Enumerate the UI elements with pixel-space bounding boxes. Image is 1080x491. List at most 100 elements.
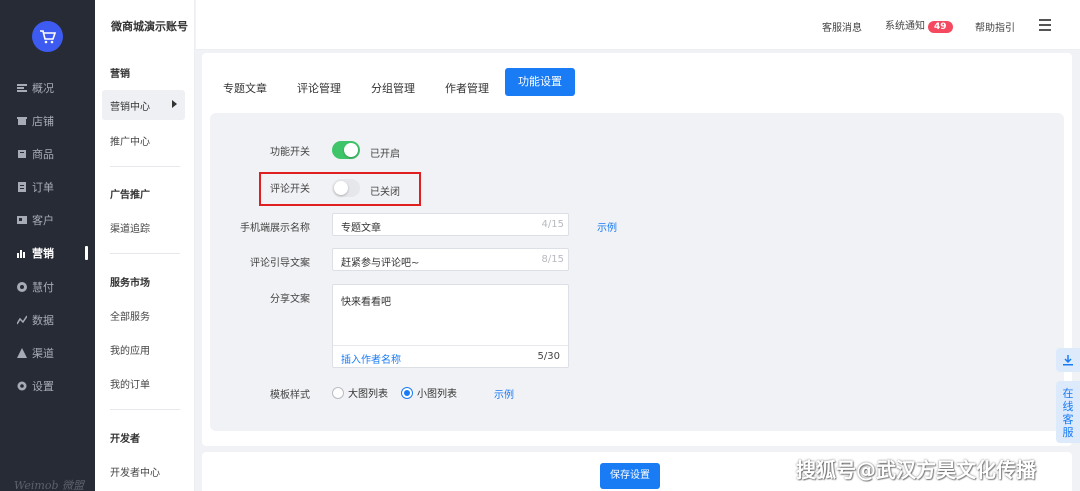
feature-switch-toggle[interactable] — [332, 141, 360, 159]
share-text-textarea[interactable]: 快来看看吧 插入作者名称 5/30 — [332, 284, 569, 368]
nav-item-order[interactable]: 订单 — [0, 173, 95, 201]
nav-label: 店铺 — [32, 115, 54, 128]
section-head-marketing: 营销 — [110, 69, 130, 80]
mobile-name-input[interactable]: 专题文章 4/15 — [332, 213, 569, 236]
system-notice-label: 系统通知 — [885, 21, 925, 32]
nav-item-pay[interactable]: 慧付 — [0, 273, 95, 301]
nav-item-store[interactable]: 店铺 — [0, 107, 95, 135]
divider — [110, 409, 180, 410]
sub-item-all-services[interactable]: 全部服务 — [110, 308, 150, 323]
radio-dot — [332, 386, 344, 399]
data-icon — [17, 315, 27, 325]
nav-item-customer[interactable]: 客户 — [0, 206, 95, 234]
weimob-logo[interactable] — [32, 21, 63, 52]
nav-item-data[interactable]: 数据 — [0, 306, 95, 334]
section-head-developer: 开发者 — [110, 434, 140, 445]
nav-label: 营销 — [32, 247, 54, 260]
share-text-label: 分享文案 — [270, 294, 310, 305]
nav-label: 设置 — [32, 380, 54, 393]
nav-label: 慧付 — [32, 281, 54, 294]
help-link[interactable]: 帮助指引 — [975, 19, 1015, 34]
comment-switch-status: 已关闭 — [370, 187, 400, 198]
share-text-value: 快来看看吧 — [341, 297, 391, 308]
comment-guide-value: 赶紧参与评论吧~ — [341, 258, 420, 269]
brand-text: Weimob 微盟 — [14, 479, 85, 491]
mobile-name-value: 专题文章 — [341, 223, 381, 234]
goods-icon — [18, 150, 26, 158]
notice-count-badge: 49 — [928, 21, 953, 33]
sub-item-developer-center[interactable]: 开发者中心 — [110, 464, 160, 479]
comment-guide-label: 评论引导文案 — [250, 258, 310, 269]
order-icon — [18, 182, 26, 192]
sub-item-my-orders[interactable]: 我的订单 — [110, 376, 150, 391]
mobile-name-label: 手机端展示名称 — [240, 223, 310, 234]
feature-switch-status: 已开启 — [370, 149, 400, 160]
sub-item-my-apps[interactable]: 我的应用 — [110, 342, 150, 357]
sub-item-channel-tracking[interactable]: 渠道追踪 — [110, 220, 150, 235]
overview-icon — [17, 84, 27, 92]
nav-label: 渠道 — [32, 347, 54, 360]
tab-topic-articles[interactable]: 专题文章 — [223, 75, 267, 103]
marketing-icon — [17, 250, 25, 258]
nav-item-channel[interactable]: 渠道 — [0, 339, 95, 367]
section-head-ads: 广告推广 — [110, 190, 150, 201]
comment-guide-input[interactable]: 赶紧参与评论吧~ 8/15 — [332, 248, 569, 271]
active-indicator — [85, 246, 88, 260]
nav-label: 客户 — [32, 214, 54, 227]
pay-icon — [17, 282, 27, 292]
top-header: 客服消息 系统通知 49 帮助指引 — [196, 0, 1080, 50]
nav-item-goods[interactable]: 商品 — [0, 140, 95, 168]
download-icon — [1063, 355, 1073, 366]
sub-item-promotion-center[interactable]: 推广中心 — [110, 133, 150, 148]
nav-label: 商品 — [32, 148, 54, 161]
template-example-link[interactable]: 示例 — [494, 386, 514, 401]
nav-label: 数据 — [32, 314, 54, 327]
mobile-name-example-link[interactable]: 示例 — [597, 219, 617, 234]
channel-icon — [17, 348, 27, 358]
cart-icon — [39, 29, 56, 43]
template-style-label: 模板样式 — [270, 390, 310, 401]
settings-panel: 功能开关 已开启 评论开关 已关闭 手机端展示名称 专题文章 4/15 示例 评… — [210, 113, 1064, 431]
system-notice-link[interactable]: 系统通知 49 — [885, 17, 953, 33]
hamburger-menu-icon[interactable] — [1039, 19, 1051, 31]
sub-item-marketing-center[interactable]: 营销中心 — [102, 90, 185, 120]
sub-nav: 微商城演示账号 营销 营销中心 推广中心 广告推广 渠道追踪 服务市场 全部服务… — [95, 0, 195, 491]
comment-guide-count: 8/15 — [541, 254, 564, 265]
store-icon — [17, 117, 27, 125]
shop-title: 微商城演示账号 — [111, 20, 188, 33]
share-text-footer: 插入作者名称 5/30 — [333, 345, 568, 367]
radio-large-list[interactable]: 大图列表 — [332, 385, 388, 400]
section-head-service-market: 服务市场 — [110, 278, 150, 289]
sub-item-label: 营销中心 — [110, 102, 150, 113]
nav-item-marketing[interactable]: 营销 — [0, 239, 95, 267]
share-text-count: 5/30 — [537, 351, 560, 362]
customer-icon — [17, 216, 27, 224]
divider — [110, 253, 180, 254]
feature-switch-label: 功能开关 — [270, 147, 310, 158]
download-widget[interactable] — [1056, 348, 1080, 372]
online-customer-service-widget[interactable]: 在线客服 — [1056, 381, 1080, 443]
service-message-link[interactable]: 客服消息 — [822, 19, 862, 34]
nav-item-overview[interactable]: 概况 — [0, 74, 95, 102]
radio-large-list-label: 大图列表 — [348, 389, 388, 400]
tab-group-management[interactable]: 分组管理 — [371, 75, 415, 103]
comment-switch-toggle[interactable] — [332, 179, 360, 197]
radio-small-list[interactable]: 小图列表 — [401, 385, 457, 400]
radio-small-list-label: 小图列表 — [417, 389, 457, 400]
tab-author-management[interactable]: 作者管理 — [445, 75, 489, 103]
nav-label: 概况 — [32, 82, 54, 95]
watermark-text: 搜狐号@武汉方昊文化传播 — [796, 458, 1036, 482]
divider — [110, 166, 180, 167]
tab-comment-management[interactable]: 评论管理 — [297, 75, 341, 103]
insert-author-name-link[interactable]: 插入作者名称 — [341, 351, 401, 366]
nav-label: 订单 — [32, 181, 54, 194]
comment-switch-label: 评论开关 — [270, 184, 310, 195]
mobile-name-count: 4/15 — [541, 219, 564, 230]
tab-feature-settings[interactable]: 功能设置 — [505, 68, 575, 96]
nav-item-settings[interactable]: 设置 — [0, 372, 95, 400]
settings-icon — [17, 381, 27, 391]
radio-dot — [401, 386, 413, 399]
save-settings-button[interactable]: 保存设置 — [600, 463, 660, 489]
main-nav: 概况 店铺 商品 订单 客户 营销 慧付 数据 渠道 设置 Weimob 微盟 — [0, 0, 95, 491]
customer-service-label: 在线客服 — [1062, 387, 1074, 439]
